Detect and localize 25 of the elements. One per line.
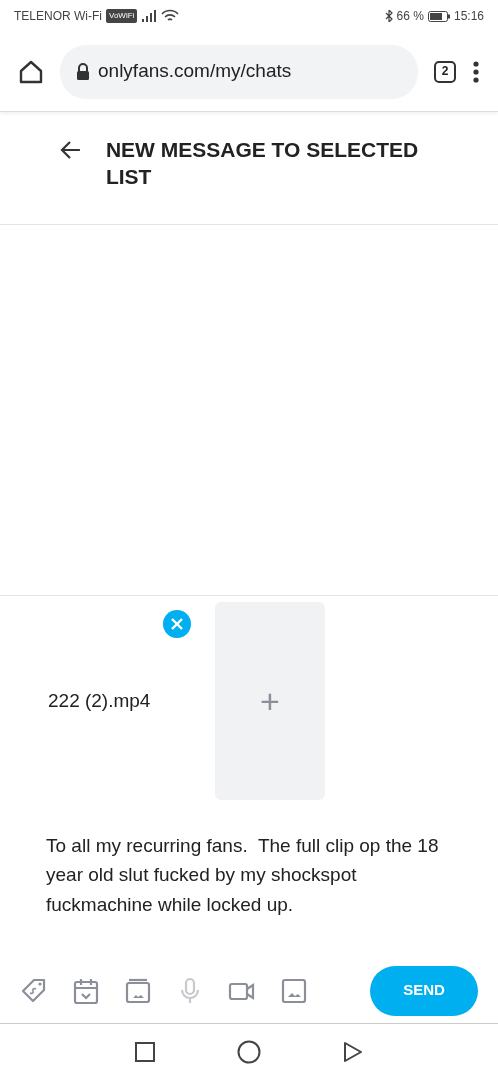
lock-icon <box>76 63 90 80</box>
signal-icon <box>141 10 158 22</box>
back-icon[interactable] <box>343 1041 363 1063</box>
recents-icon[interactable] <box>135 1042 155 1062</box>
bluetooth-icon <box>384 10 393 22</box>
menu-icon[interactable] <box>472 59 480 84</box>
image-folder-icon[interactable] <box>124 976 152 1005</box>
address-bar[interactable]: onlyfans.com/my/chats <box>60 44 418 99</box>
message-input[interactable]: To all my recurring fans. The full clip op the 18 year old slut fucked by my shockspot fuckmachine while locked up. <box>0 813 498 958</box>
battery-icon <box>427 10 450 22</box>
file-name: 222 (2).mp4 <box>48 688 151 713</box>
home-button-icon[interactable] <box>237 1040 261 1064</box>
price-tag-icon[interactable] <box>20 976 48 1005</box>
wifi-icon <box>161 9 180 23</box>
home-icon[interactable] <box>18 58 44 85</box>
vowifi-badge: VoWiFi <box>106 9 138 23</box>
image-icon[interactable] <box>280 976 308 1005</box>
calendar-icon[interactable] <box>72 976 100 1005</box>
tab-count-button[interactable]: 2 <box>434 60 456 83</box>
battery-percent: 66 % <box>396 8 424 25</box>
clock-time: 15:16 <box>453 8 484 25</box>
remove-icon[interactable] <box>163 610 191 638</box>
back-arrow-icon[interactable] <box>60 140 82 160</box>
carrier-text: TELENOR Wi-Fi <box>14 8 102 25</box>
page-title: NEW MESSAGE TO SELECTED LIST <box>105 137 420 191</box>
